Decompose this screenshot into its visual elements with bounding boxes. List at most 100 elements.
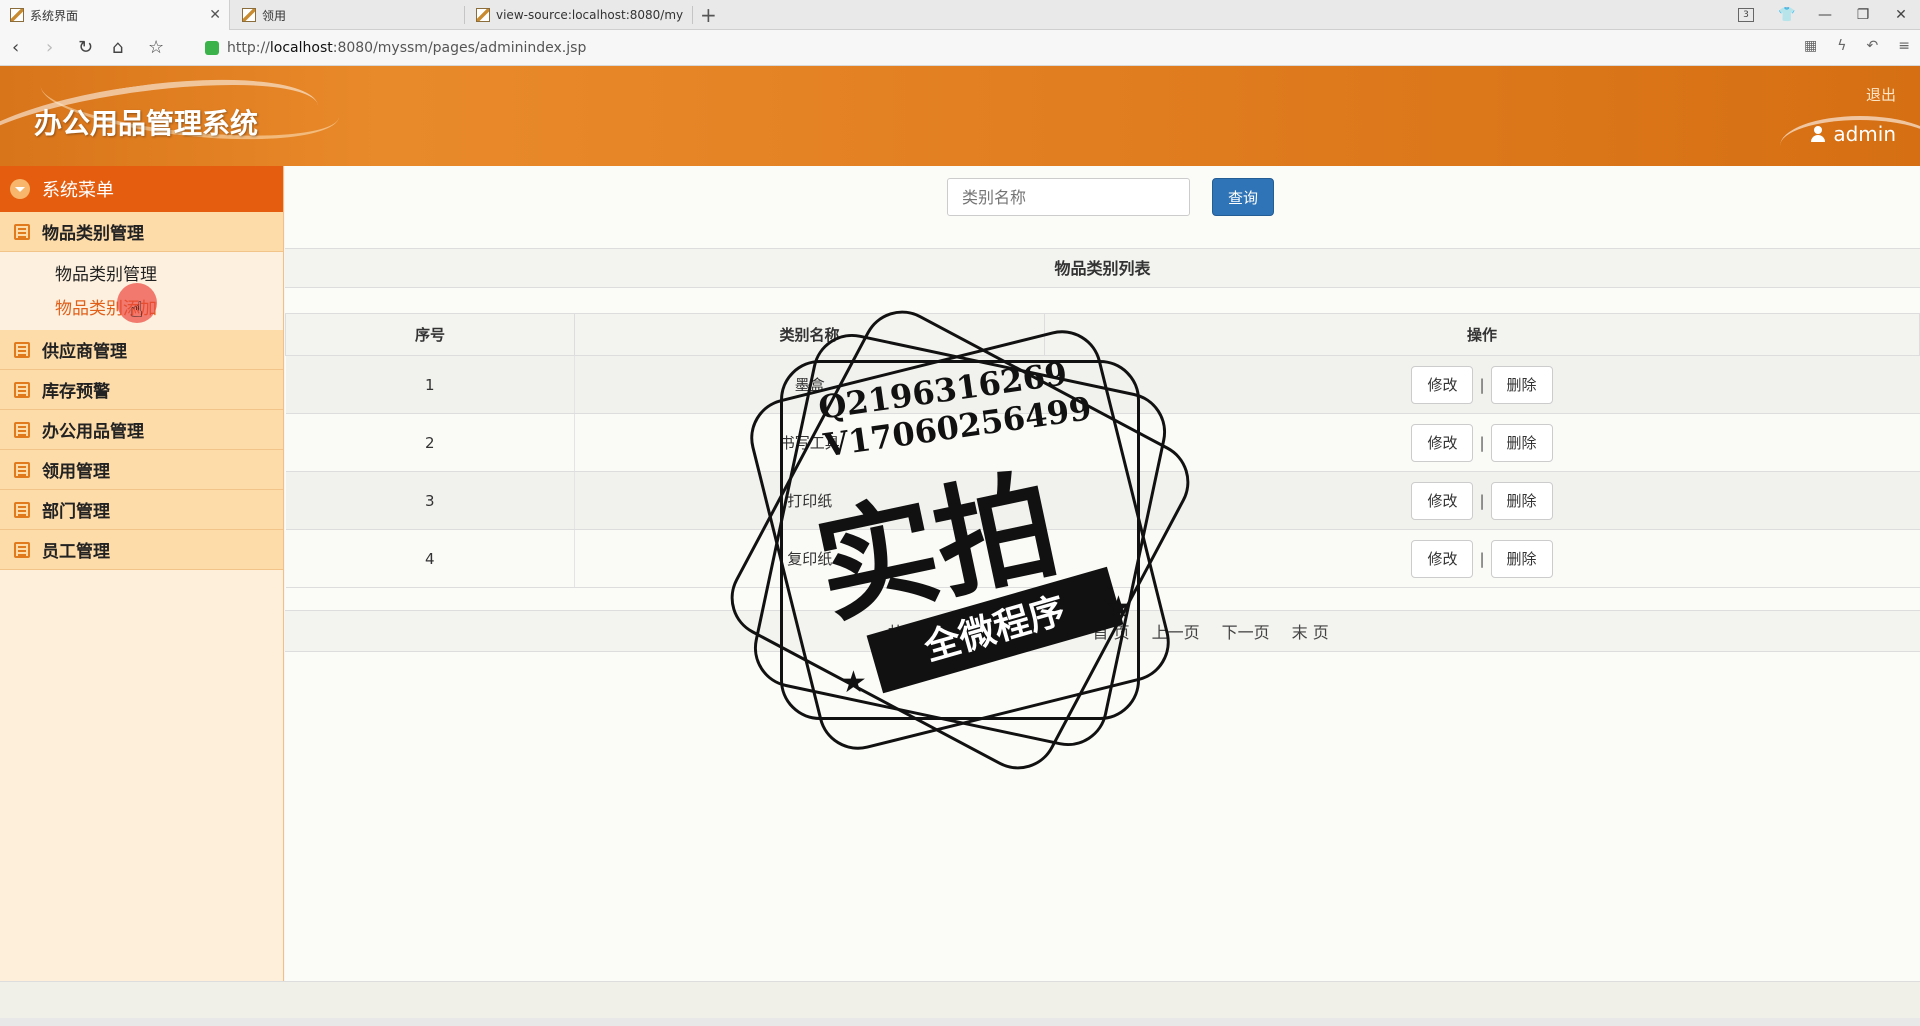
address-bar-tools: ▦ ϟ ↶ ≡ — [1794, 38, 1920, 54]
sidebar-group-office-supplies[interactable]: 办公用品管理 — [0, 410, 283, 450]
table-row: 1 墨盒 修改 | 删除 — [285, 355, 1920, 414]
cell-ops: 修改 | 删除 — [1044, 471, 1920, 530]
minimize-icon[interactable]: — — [1806, 7, 1844, 23]
restore-icon[interactable]: ❐ — [1844, 7, 1882, 23]
home-icon[interactable]: ⌂ — [112, 37, 123, 58]
pager-total: 共 4 条记录 — [876, 619, 1016, 643]
sidebar-group-stock-alert[interactable]: 库存预警 — [0, 370, 283, 410]
tab-divider — [692, 6, 693, 24]
new-tab-icon[interactable]: + — [700, 3, 717, 27]
edit-button[interactable]: 修改 — [1411, 539, 1474, 578]
url-field[interactable]: http://localhost:8080/myssm/pages/admini… — [205, 36, 586, 60]
browser-tab-view-source[interactable]: view-source:localhost:8080/my — [466, 0, 692, 30]
table-row: 2 书写工具 修改 | 删除 — [285, 413, 1920, 472]
column-header-no: 序号 — [285, 313, 575, 356]
category-name-search-input[interactable] — [947, 178, 1190, 216]
lightning-icon[interactable]: ϟ — [1837, 38, 1846, 54]
address-bar: ‹ › ↻ ⌂ ☆ http://localhost:8080/myssm/pa… — [0, 30, 1920, 66]
sidebar-group-employee[interactable]: 员工管理 — [0, 530, 283, 570]
menu-title: 系统菜单 — [42, 180, 114, 201]
browser-tab-bar: 系统界面 ✕ 领用 view-source:localhost:8080/my … — [0, 0, 1920, 30]
secure-shield-icon — [205, 41, 219, 55]
qr-icon[interactable]: ▦ — [1804, 38, 1817, 54]
delete-button[interactable]: 删除 — [1490, 423, 1553, 462]
group-label: 办公用品管理 — [42, 422, 144, 442]
table-header-row: 序号 类别名称 操作 — [285, 313, 1920, 356]
category-table: 序号 类别名称 操作 1 墨盒 修改 | 删除 2 书写工具 修改 | 删除 3 — [285, 313, 1920, 588]
browser-tab-system[interactable]: 系统界面 ✕ — [0, 0, 230, 30]
delete-button[interactable]: 删除 — [1490, 365, 1553, 404]
pager-total-suffix: 条记录 — [957, 623, 1006, 642]
menu-icon[interactable]: ≡ — [1898, 38, 1910, 54]
cell-no: 2 — [285, 413, 575, 472]
list-icon — [14, 461, 30, 478]
delete-button[interactable]: 删除 — [1490, 539, 1553, 578]
sidebar-group-department[interactable]: 部门管理 — [0, 490, 283, 530]
pagination: 共 4 条记录 每页 首 页 上一页 下一页 末 页 — [285, 610, 1920, 652]
system-menu-header[interactable]: 系统菜单 — [0, 166, 283, 212]
cell-ops: 修改 | 删除 — [1044, 413, 1920, 472]
tab-title: 领用 — [262, 8, 287, 23]
url-host: localhost — [269, 40, 333, 56]
app-header: 办公用品管理系统 退出 admin — [0, 66, 1920, 166]
page-favicon-icon — [10, 8, 24, 22]
op-separator: | — [1479, 549, 1485, 568]
bookmark-star-icon[interactable]: ☆ — [148, 37, 164, 58]
group-label: 员工管理 — [42, 542, 110, 562]
list-icon — [14, 501, 30, 518]
window-controls: 3 👕 — ❐ ✕ — [1738, 0, 1920, 30]
status-bar — [0, 981, 1920, 1026]
logout-link[interactable]: 退出 — [1866, 84, 1896, 105]
cell-no: 3 — [285, 471, 575, 530]
pager-total-prefix: 共 — [887, 623, 904, 642]
pager-last-link[interactable]: 末 页 — [1292, 619, 1329, 643]
cell-name: 书写工具 — [574, 413, 1045, 472]
cell-ops: 修改 | 删除 — [1044, 355, 1920, 414]
list-title: 物品类别列表 — [285, 248, 1920, 288]
group-label: 领用管理 — [42, 462, 110, 482]
delete-button[interactable]: 删除 — [1490, 481, 1553, 520]
query-button[interactable]: 查询 — [1212, 178, 1274, 216]
edit-button[interactable]: 修改 — [1411, 365, 1474, 404]
op-separator: | — [1479, 433, 1485, 452]
cell-name: 打印纸 — [574, 471, 1045, 530]
sidebar-group-requisition[interactable]: 领用管理 — [0, 450, 283, 490]
pager-next-link[interactable]: 下一页 — [1222, 619, 1270, 643]
back-icon[interactable]: ‹ — [12, 37, 19, 58]
list-icon — [14, 223, 30, 240]
app-title: 办公用品管理系统 — [34, 107, 259, 140]
skin-icon[interactable]: 👕 — [1768, 7, 1806, 23]
list-icon — [14, 341, 30, 358]
window-close-icon[interactable]: ✕ — [1882, 7, 1920, 23]
page-favicon-icon — [476, 8, 490, 22]
edit-button[interactable]: 修改 — [1411, 481, 1474, 520]
table-row: 4 复印纸 修改 | 删除 — [285, 529, 1920, 588]
pager-prev-link[interactable]: 上一页 — [1152, 619, 1200, 643]
cell-no: 1 — [285, 355, 575, 414]
group-label: 供应商管理 — [42, 342, 127, 362]
edit-button[interactable]: 修改 — [1411, 423, 1474, 462]
browser-bottom-strip — [0, 1018, 1920, 1026]
table-row: 3 打印纸 修改 | 删除 — [285, 471, 1920, 530]
group-label: 部门管理 — [42, 502, 110, 522]
reload-icon[interactable]: ↻ — [78, 37, 93, 58]
browser-tab-lingyong[interactable]: 领用 — [232, 0, 462, 30]
username: admin — [1833, 122, 1896, 146]
page-favicon-icon — [242, 8, 256, 22]
forward-icon[interactable]: › — [46, 37, 53, 58]
main-content: 查询 物品类别列表 序号 类别名称 操作 1 墨盒 修改|删除 2 书写工具 修 — [285, 166, 1920, 981]
cell-name: 复印纸 — [574, 529, 1045, 588]
close-icon[interactable]: ✕ — [209, 7, 221, 23]
user-info: admin — [1811, 122, 1896, 146]
cell-name: 墨盒 — [574, 355, 1045, 414]
cell-ops: 修改 | 删除 — [1044, 529, 1920, 588]
url-prefix: http:// — [227, 40, 270, 56]
column-header-name: 类别名称 — [574, 313, 1045, 356]
list-icon — [14, 421, 30, 438]
sidebar-group-category[interactable]: 物品类别管理 — [0, 212, 283, 252]
undo-icon[interactable]: ↶ — [1867, 38, 1879, 54]
sidebar-group-supplier[interactable]: 供应商管理 — [0, 330, 283, 370]
cell-no: 4 — [285, 529, 575, 588]
tab-count-badge[interactable]: 3 — [1738, 8, 1754, 22]
pager-first-link[interactable]: 首 页 — [1093, 619, 1130, 643]
